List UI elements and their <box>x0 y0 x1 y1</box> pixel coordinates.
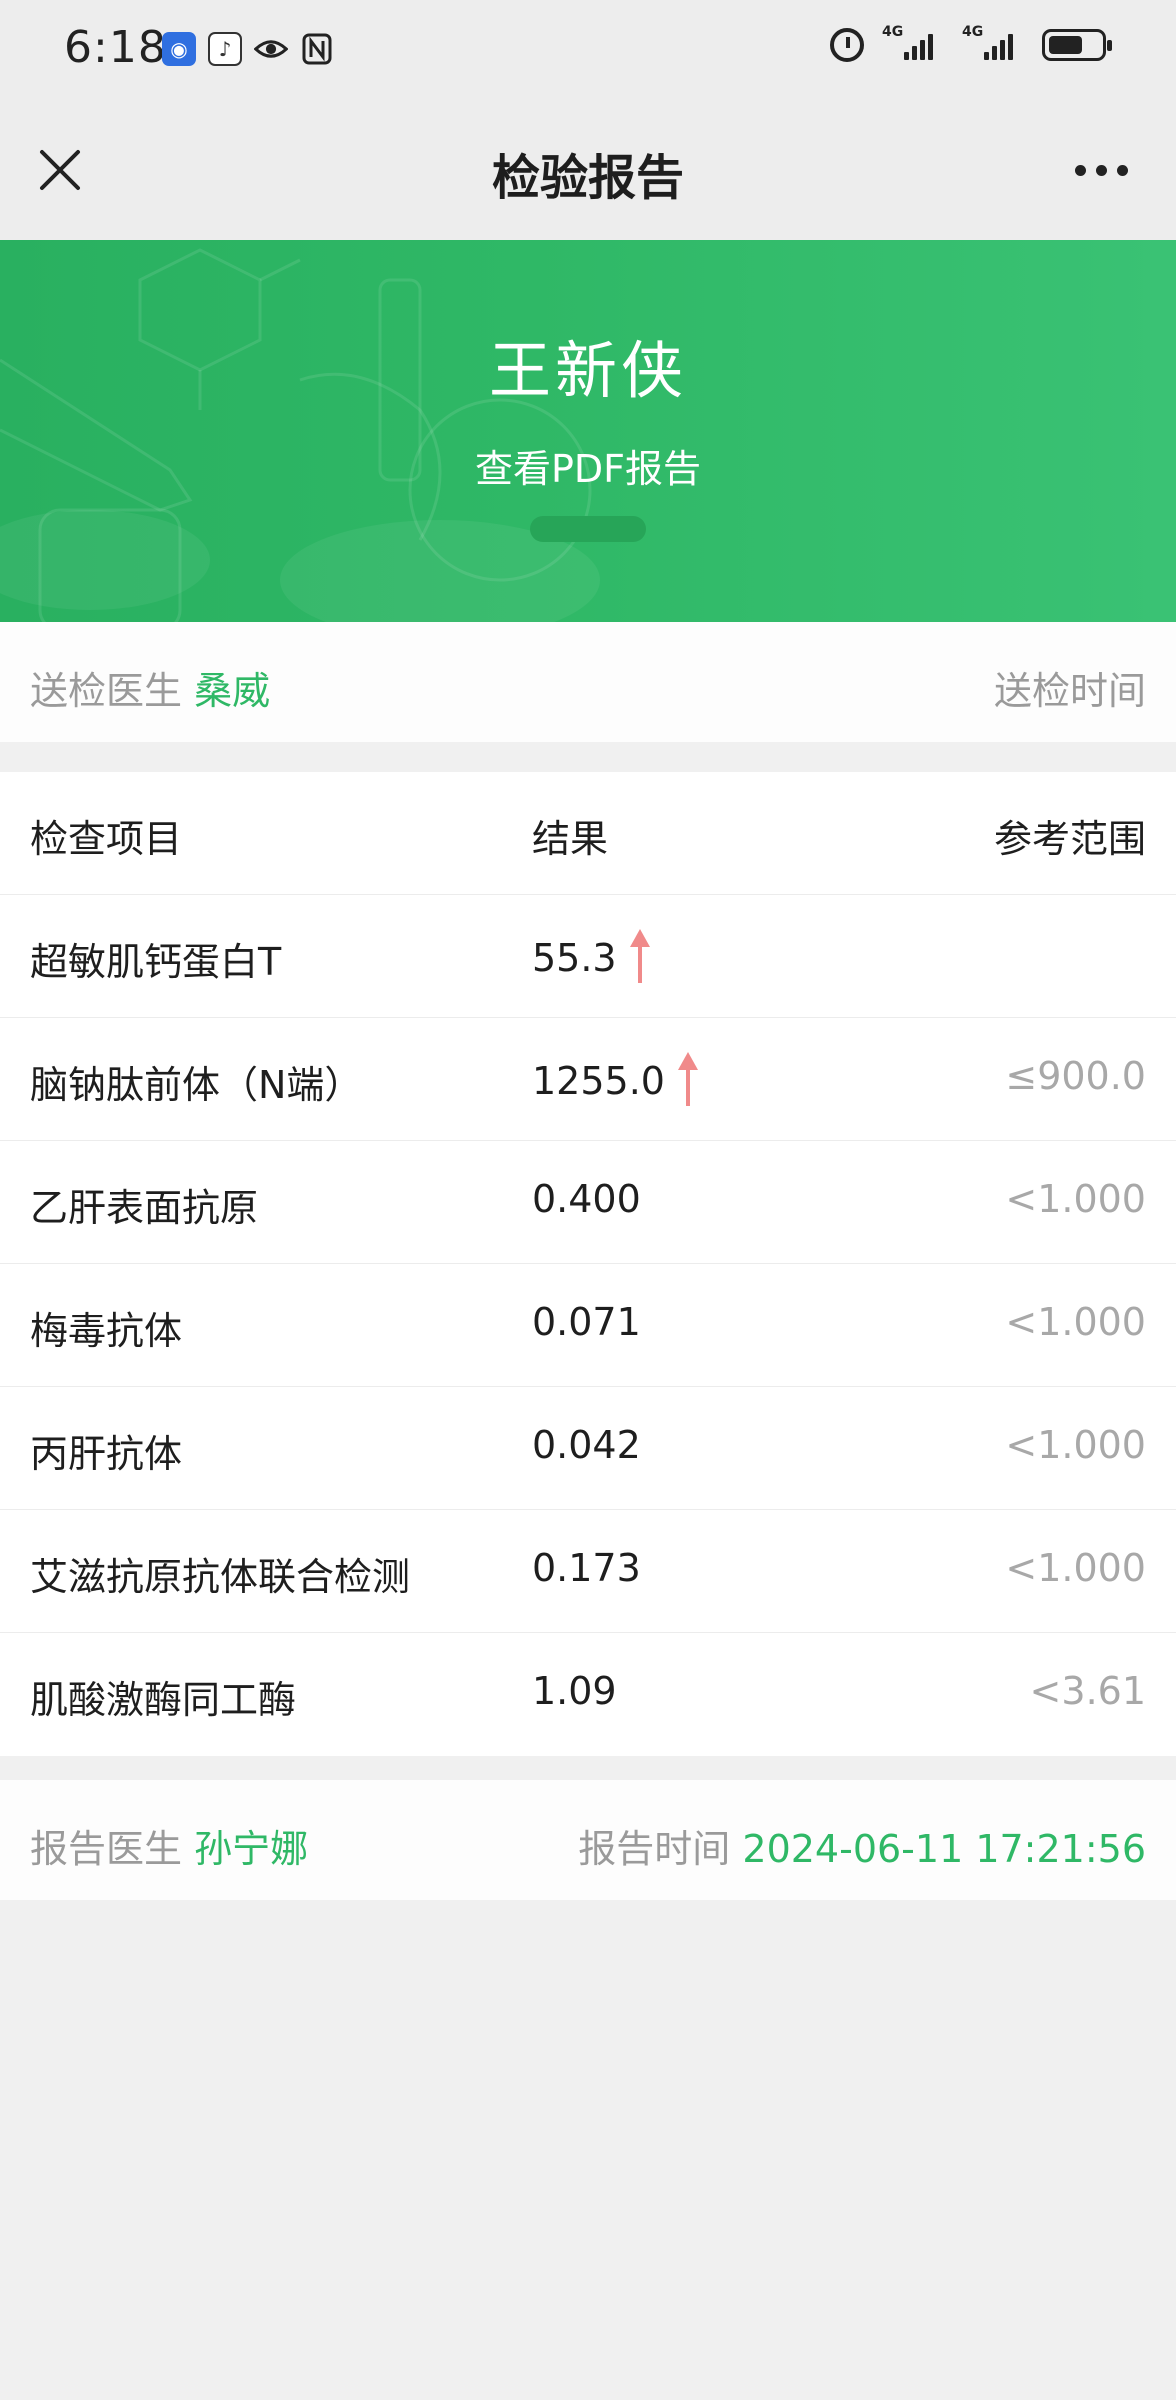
battery-fill <box>1049 36 1082 54</box>
more-icon <box>1074 164 1086 176</box>
request-doctor: 送检医生 桑威 <box>30 660 270 715</box>
row-result: 0.173 <box>532 1546 641 1590</box>
battery-icon <box>1042 29 1112 61</box>
signal-icon: 4G <box>962 24 1024 60</box>
patient-name: 王新侠 <box>488 334 687 407</box>
report-doctor-name: 孙宁娜 <box>194 1827 309 1871</box>
row-range: ≤900.0 <box>1005 1054 1146 1098</box>
table-row[interactable]: 脑钠肽前体（N端） 1255.0 ≤900.0 <box>0 1018 1176 1141</box>
row-item: 肌酸激酶同工酶 <box>30 1678 297 1722</box>
page-title: 检验报告 <box>491 150 684 206</box>
report-banner: 王新侠 查看PDF报告 <box>0 240 1176 622</box>
app-icon-blue: ◉ <box>162 32 196 66</box>
eye-icon <box>254 32 288 66</box>
notification-icons: ◉ ♪ <box>162 32 334 66</box>
table-row[interactable]: 梅毒抗体 0.071 <1.000 <box>0 1264 1176 1387</box>
network-label: 4G <box>962 24 984 40</box>
more-button[interactable] <box>1066 140 1136 200</box>
request-doctor-name: 桑威 <box>194 669 271 713</box>
title-bar: 检验报告 <box>0 100 1176 240</box>
banner-indicator <box>530 516 646 542</box>
table-row[interactable]: 丙肝抗体 0.042 <1.000 <box>0 1387 1176 1510</box>
row-item: 脑钠肽前体（N端） <box>30 1063 363 1107</box>
row-result: 0.042 <box>532 1423 641 1467</box>
table-row[interactable]: 肌酸激酶同工酶 1.09 <3.61 <box>0 1633 1176 1756</box>
row-result: 0.071 <box>532 1300 641 1344</box>
status-bar: 6:18 ◉ ♪ 4G 4G <box>0 0 1176 100</box>
request-doctor-label: 送检医生 <box>30 669 183 713</box>
row-result: 1.09 <box>532 1669 617 1713</box>
row-item: 超敏肌钙蛋白T <box>30 940 282 984</box>
alarm-icon <box>830 28 864 62</box>
network-label: 4G <box>882 24 904 40</box>
row-item: 丙肝抗体 <box>30 1432 183 1476</box>
arrow-up-icon <box>677 1052 698 1106</box>
report-time: 报告时间 2024-06-11 17:21:56 <box>578 1818 1146 1873</box>
view-pdf-link[interactable]: 查看PDF报告 <box>0 438 1176 493</box>
row-item: 艾滋抗原抗体联合检测 <box>30 1555 411 1599</box>
report-doctor: 报告医生 孙宁娜 <box>30 1818 308 1873</box>
row-range: <3.61 <box>1029 1669 1146 1713</box>
row-item: 乙肝表面抗原 <box>30 1186 259 1230</box>
header-range: 参考范围 <box>993 817 1146 861</box>
row-result: 55.3 <box>532 929 653 985</box>
row-range: <1.000 <box>1005 1300 1146 1344</box>
row-result-value: 55.3 <box>532 936 617 980</box>
table-header: 检查项目 结果 参考范围 <box>0 772 1176 895</box>
table-row[interactable]: 乙肝表面抗原 0.400 <1.000 <box>0 1141 1176 1264</box>
header-result: 结果 <box>532 817 609 861</box>
request-info-row: 送检医生 桑威 送检时间 <box>0 622 1176 742</box>
report-time-value: 2024-06-11 17:21:56 <box>742 1827 1146 1871</box>
signal-icon: 4G <box>882 24 944 60</box>
row-result: 1255.0 <box>532 1052 701 1108</box>
report-doctor-label: 报告医生 <box>30 1827 183 1871</box>
report-info-row: 报告医生 孙宁娜 报告时间 2024-06-11 17:21:56 <box>0 1780 1176 1900</box>
arrow-up-icon <box>629 929 650 983</box>
results-table: 检查项目 结果 参考范围 超敏肌钙蛋白T 55.3 脑钠肽前体（N端） 1255… <box>0 772 1176 1756</box>
system-icons: 4G 4G <box>830 24 1112 62</box>
lab-background-illustration <box>0 248 600 622</box>
request-time-label: 送检时间 <box>993 669 1146 713</box>
header-item: 检查项目 <box>30 817 183 861</box>
row-result: 0.400 <box>532 1177 641 1221</box>
row-range: <1.000 <box>1005 1546 1146 1590</box>
app-icon-white: ♪ <box>208 32 242 66</box>
row-result-value: 1255.0 <box>532 1059 665 1103</box>
report-time-label: 报告时间 <box>578 1827 731 1871</box>
row-item: 梅毒抗体 <box>30 1309 183 1353</box>
row-range: <1.000 <box>1005 1177 1146 1221</box>
table-row[interactable]: 超敏肌钙蛋白T 55.3 <box>0 895 1176 1018</box>
row-range: <1.000 <box>1005 1423 1146 1467</box>
nfc-icon <box>300 32 334 66</box>
table-row[interactable]: 艾滋抗原抗体联合检测 0.173 <1.000 <box>0 1510 1176 1633</box>
status-time: 6:18 <box>64 22 167 73</box>
